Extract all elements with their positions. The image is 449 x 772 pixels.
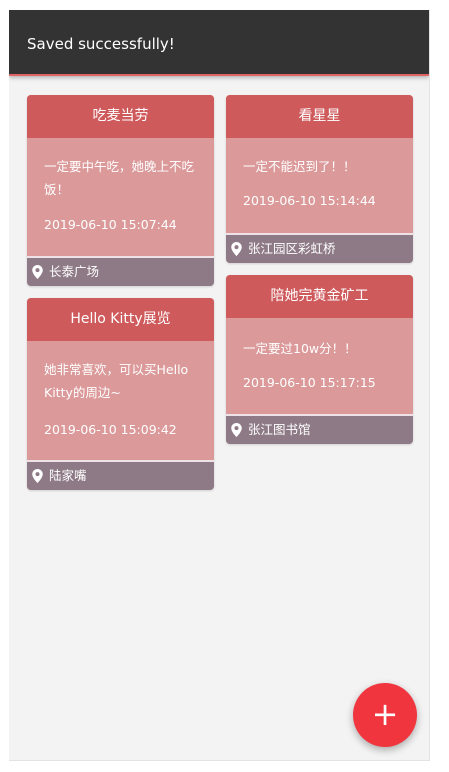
card-note: 她非常喜欢，可以买Hello Kitty的周边~ <box>44 362 189 400</box>
location-pin-icon <box>32 469 43 483</box>
card-location: 陆家嘴 <box>49 468 87 483</box>
note-card[interactable]: 吃麦当劳 一定要中午吃，她晚上不吃饭！ 2019-06-10 15:07:44 … <box>27 95 214 286</box>
location-pin-icon <box>231 242 242 256</box>
card-title: 陪她完黄金矿工 <box>226 275 413 318</box>
card-location-bar: 陆家嘴 <box>27 460 214 490</box>
card-title: 看星星 <box>226 95 413 138</box>
card-timestamp: 2019-06-10 15:07:44 <box>44 217 177 232</box>
snackbar: Saved successfully! <box>9 10 429 76</box>
location-pin-icon <box>231 423 242 437</box>
location-pin-icon <box>32 265 43 279</box>
snackbar-message: Saved successfully! <box>27 35 175 53</box>
card-location-bar: 张江园区彩虹桥 <box>226 233 413 263</box>
add-note-button[interactable]: + <box>353 683 417 747</box>
card-note: 一定不能迟到了！！ <box>243 159 356 174</box>
note-card[interactable]: Hello Kitty展览 她非常喜欢，可以买Hello Kitty的周边~ 2… <box>27 298 214 490</box>
card-note: 一定要中午吃，她晚上不吃饭！ <box>44 159 195 197</box>
card-timestamp: 2019-06-10 15:09:42 <box>44 422 177 437</box>
card-title: 吃麦当劳 <box>27 95 214 138</box>
plus-icon: + <box>371 695 399 733</box>
card-location-bar: 张江图书馆 <box>226 414 413 444</box>
card-location: 张江图书馆 <box>248 422 311 437</box>
card-location: 张江园区彩虹桥 <box>248 241 336 256</box>
card-title: Hello Kitty展览 <box>27 298 214 341</box>
card-location-bar: 长泰广场 <box>27 256 214 286</box>
note-card[interactable]: 陪她完黄金矿工 一定要过10w分！！ 2019-06-10 15:17:15 张… <box>226 275 413 444</box>
card-note: 一定要过10w分！！ <box>243 341 357 356</box>
card-timestamp: 2019-06-10 15:14:44 <box>243 193 376 208</box>
app-screen: 吃麦当劳 一定要中午吃，她晚上不吃饭！ 2019-06-10 15:07:44 … <box>9 10 430 761</box>
card-location: 长泰广场 <box>49 264 100 279</box>
note-card[interactable]: 看星星 一定不能迟到了！！ 2019-06-10 15:14:44 张江园区彩虹… <box>226 95 413 263</box>
card-timestamp: 2019-06-10 15:17:15 <box>243 375 376 390</box>
